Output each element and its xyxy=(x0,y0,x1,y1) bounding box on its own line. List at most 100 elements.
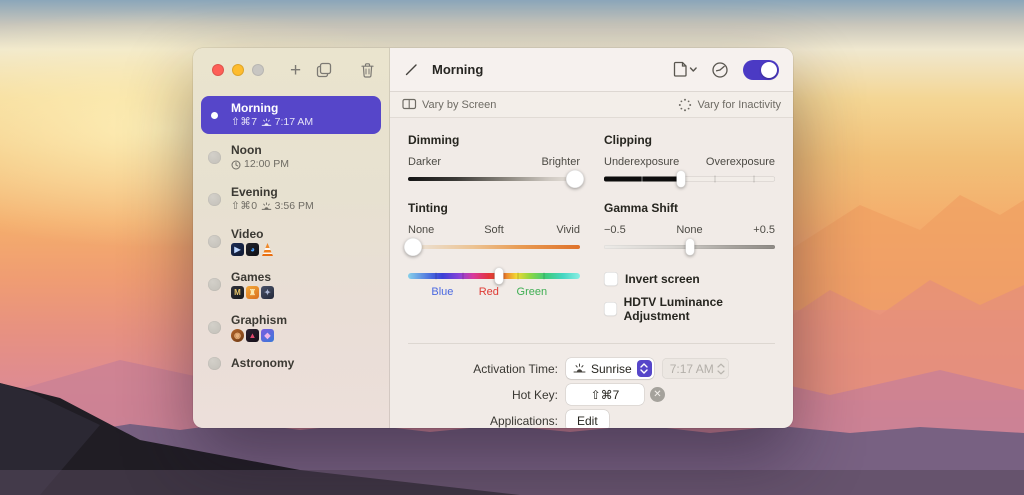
profile-radio[interactable] xyxy=(208,321,221,334)
profile-radio[interactable] xyxy=(208,357,221,370)
hue-blue-label: Blue xyxy=(431,286,454,298)
clipping-left-label: Underexposure xyxy=(604,156,680,168)
hue-knob[interactable] xyxy=(494,267,504,285)
profile-time: 3:56 PM xyxy=(274,200,314,212)
trash-icon xyxy=(361,63,374,78)
hue-tick xyxy=(435,272,437,280)
profile-radio[interactable] xyxy=(208,150,221,164)
profile-name: Video xyxy=(231,227,264,241)
profile-row[interactable]: Evening ⇧⌘0 3:56 PM xyxy=(201,180,381,218)
hue-tick xyxy=(462,272,464,280)
clipping-knob[interactable] xyxy=(676,170,686,188)
hue-green-label: Green xyxy=(516,286,548,298)
profile-row[interactable]: Games M ♜ ✦ xyxy=(201,265,381,304)
profile-radio[interactable] xyxy=(208,109,221,122)
hdtv-checkbox-row[interactable]: HDTV Luminance Adjustment xyxy=(604,295,775,323)
hue-tick xyxy=(543,272,545,280)
profile-name: Evening xyxy=(231,185,278,199)
hue-control: Blue Red Green xyxy=(408,267,580,301)
right-column: Clipping Underexposure Overexposure Gamm… xyxy=(604,133,775,323)
zoom-icon[interactable] xyxy=(252,64,264,76)
dimming-title: Dimming xyxy=(408,133,460,147)
hotkey-row: Hot Key: ✕ xyxy=(408,384,775,405)
tinting-vivid-label: Vivid xyxy=(556,224,580,236)
dimming-left-label: Darker xyxy=(408,156,442,168)
delete-profile-button[interactable] xyxy=(360,62,375,78)
profile-name: Morning xyxy=(231,101,279,115)
invert-screen-checkbox[interactable] xyxy=(604,272,618,286)
window-titlebar[interactable]: + xyxy=(193,48,389,92)
minimize-icon[interactable] xyxy=(232,64,244,76)
profile-time: 7:17 AM xyxy=(274,116,314,128)
clock-icon xyxy=(231,160,241,169)
inactivity-sparkle-icon xyxy=(679,98,692,111)
game-m-app-icon: M xyxy=(231,286,244,299)
gauge-button[interactable] xyxy=(711,61,729,79)
activation-time-field: 7:17 AM xyxy=(661,358,729,379)
profile-list: Morning ⇧⌘7 7:17 AM Noon 12:00 PM Evening… xyxy=(193,92,389,380)
profile-radio[interactable] xyxy=(208,278,221,291)
hue-labels: Blue Red Green xyxy=(408,286,580,301)
clipping-slider[interactable] xyxy=(604,170,775,188)
hdtv-label: HDTV Luminance Adjustment xyxy=(623,295,723,323)
game-orange-app-icon: ♜ xyxy=(246,286,259,299)
vary-for-inactivity-button[interactable]: Vary for Inactivity xyxy=(678,98,781,112)
applications-label: Applications: xyxy=(489,413,558,428)
activation-time-value: Sunrise xyxy=(591,361,632,376)
profile-time: 12:00 PM xyxy=(244,158,289,170)
clipping-title: Clipping xyxy=(604,133,652,147)
profile-subtitle: M ♜ ✦ xyxy=(231,286,274,299)
main-panel: Morning Vary by Screen Vary for Inactivi… xyxy=(390,48,793,428)
invert-screen-checkbox-row[interactable]: Invert screen xyxy=(604,272,775,286)
design-app-icon: ◆ xyxy=(261,329,274,342)
profile-radio[interactable] xyxy=(208,192,221,206)
chevron-down-icon xyxy=(640,369,648,374)
profile-row[interactable]: Noon 12:00 PM xyxy=(201,138,381,176)
profile-row[interactable]: Video ▶ ◕ xyxy=(201,222,381,261)
gamma-slider[interactable] xyxy=(604,238,775,256)
activation-time-popup[interactable]: Sunrise xyxy=(566,358,654,379)
toggle-knob xyxy=(761,61,777,78)
profile-text: Games M ♜ ✦ xyxy=(231,270,274,299)
profile-row[interactable]: Morning ⇧⌘7 7:17 AM xyxy=(201,96,381,134)
vary-options-bar: Vary by Screen Vary for Inactivity xyxy=(390,92,793,118)
invert-screen-label: Invert screen xyxy=(625,272,700,286)
add-profile-button[interactable]: + xyxy=(290,61,301,80)
profile-row[interactable]: Graphism ◉ ▲ ◆ xyxy=(201,308,381,347)
tinting-slider[interactable] xyxy=(404,238,580,256)
sunrise-icon xyxy=(261,118,271,126)
hue-slider[interactable] xyxy=(408,267,580,285)
dimming-track xyxy=(408,177,580,181)
game-emblem-app-icon: ✦ xyxy=(261,286,274,299)
document-menu-button[interactable] xyxy=(673,61,697,78)
dimming-knob[interactable] xyxy=(565,170,584,188)
vary-by-screen-button[interactable]: Vary by Screen xyxy=(402,98,496,111)
tinting-none-label: None xyxy=(408,224,435,236)
quicktime-app-icon: ◕ xyxy=(246,243,259,256)
edit-applications-button[interactable]: Edit xyxy=(566,410,609,428)
close-icon[interactable] xyxy=(212,64,224,76)
profile-subtitle: ⇧⌘0 3:56 PM xyxy=(231,200,314,213)
hotkey-input[interactable] xyxy=(566,384,644,405)
activation-time-label: Activation Time: xyxy=(473,361,558,376)
rename-profile-button[interactable] xyxy=(404,62,419,77)
gamma-knob[interactable] xyxy=(685,238,694,256)
profile-row[interactable]: Astronomy xyxy=(201,351,381,376)
dimming-control: Dimming Darker Brighter xyxy=(408,133,584,188)
clear-hotkey-button[interactable]: ✕ xyxy=(650,387,665,402)
profile-enabled-toggle[interactable] xyxy=(743,59,779,80)
vlc-cone-app-icon xyxy=(262,243,273,256)
profile-header: Morning xyxy=(390,48,793,92)
tinting-soft-label: Soft xyxy=(484,224,504,236)
tinting-knob[interactable] xyxy=(404,238,423,256)
screens-icon xyxy=(402,98,417,110)
profile-radio[interactable] xyxy=(208,235,221,248)
profile-name: Games xyxy=(231,270,272,284)
profile-hotkey: ⇧⌘7 xyxy=(231,116,258,128)
tinting-control: Tinting None Soft Vivid Blue Red Green xyxy=(404,201,580,301)
clipping-right-label: Overexposure xyxy=(705,156,775,168)
duplicate-profile-button[interactable] xyxy=(316,62,332,78)
dimming-slider[interactable] xyxy=(408,170,584,188)
hdtv-checkbox[interactable] xyxy=(604,302,617,316)
vary-by-screen-label: Vary by Screen xyxy=(422,98,497,111)
